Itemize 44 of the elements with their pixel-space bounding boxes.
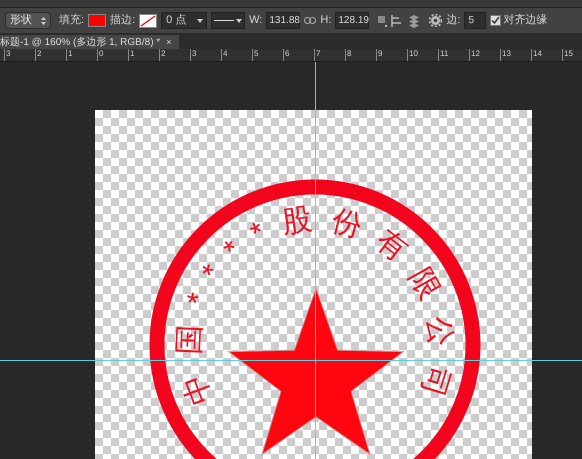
spinner-arrows-icon: [41, 16, 46, 25]
sides-label: 边:: [446, 13, 460, 28]
link-icon[interactable]: [304, 17, 316, 24]
height-label: H:: [320, 13, 332, 28]
ruler-label: 3: [6, 49, 10, 60]
settings-icon[interactable]: [429, 14, 442, 28]
path-alignment-icon[interactable]: [391, 14, 404, 27]
ruler-label: 8: [347, 49, 352, 60]
ruler-label: 13: [502, 49, 511, 60]
fill-label: 填充:: [59, 13, 84, 28]
ruler-label: 2: [37, 49, 42, 60]
tool-mode-dropdown[interactable]: 形状: [5, 12, 51, 30]
ruler-label: 1: [68, 49, 72, 60]
width-label: W:: [249, 13, 262, 28]
sides-field[interactable]: 5: [464, 12, 486, 30]
width-field[interactable]: 131.88: [266, 12, 300, 30]
ruler-label: 12: [471, 49, 480, 60]
ruler-label: 2: [161, 49, 166, 60]
stroke-label: 描边:: [110, 13, 136, 28]
ruler-label: 0: [99, 49, 104, 60]
align-edges-checkbox[interactable]: [490, 15, 502, 26]
align-edges-label: 对齐边缘: [503, 12, 548, 28]
document-tab[interactable]: 标题-1 @ 160% (多边形 1, RGB/8) * ×: [0, 35, 180, 50]
dropdown-caret-icon: [197, 18, 204, 23]
stroke-width-field[interactable]: 0 点: [161, 12, 208, 30]
ruler-label: 14: [533, 49, 542, 60]
ruler-label: 7: [316, 49, 320, 60]
ruler-label: 10: [409, 49, 418, 60]
ruler-label: 5: [254, 49, 258, 60]
path-arrangement-icon[interactable]: [407, 14, 422, 28]
stroke-color-swatch[interactable]: [139, 14, 158, 28]
stroke-style-dropdown[interactable]: [211, 12, 246, 30]
dropdown-caret-icon: [236, 18, 242, 23]
ruler-label: 3: [192, 49, 196, 60]
document-tab-title: 标题-1 @ 160% (多边形 1, RGB/8) *: [0, 36, 160, 50]
ruler-label: 15: [564, 49, 573, 60]
fill-color-swatch[interactable]: [88, 14, 106, 28]
ruler-label: 1: [130, 49, 134, 60]
height-field[interactable]: 128.19: [335, 12, 370, 30]
ruler-label: 4: [223, 49, 228, 60]
ruler-label: 11: [440, 49, 448, 60]
ruler-label: 9: [378, 49, 382, 60]
ruler-label: 6: [285, 49, 290, 60]
path-operations-icon[interactable]: [377, 14, 388, 27]
